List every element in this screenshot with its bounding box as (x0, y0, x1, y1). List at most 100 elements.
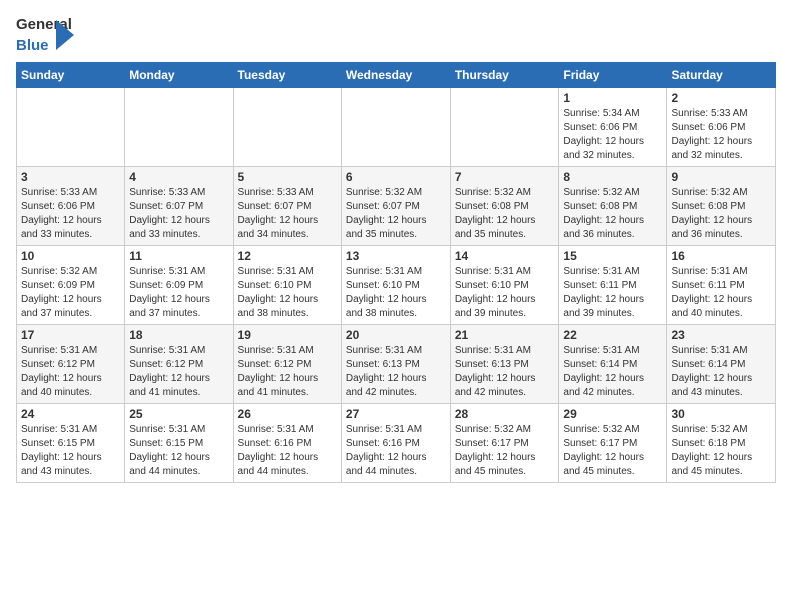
calendar-table: SundayMondayTuesdayWednesdayThursdayFrid… (16, 62, 776, 483)
day-detail: Sunrise: 5:31 AMSunset: 6:12 PMDaylight:… (238, 344, 337, 400)
day-number: 23 (671, 328, 771, 342)
calendar-cell: 24 Sunrise: 5:31 AMSunset: 6:15 PMDayligh… (17, 404, 125, 483)
day-number: 3 (21, 170, 120, 184)
calendar-cell: 11 Sunrise: 5:31 AMSunset: 6:09 PMDayligh… (125, 246, 233, 325)
day-number: 26 (238, 407, 337, 421)
logo-icon (56, 20, 74, 50)
day-detail: Sunrise: 5:31 AMSunset: 6:15 PMDaylight:… (129, 423, 228, 479)
day-number: 13 (346, 249, 446, 263)
logo: General Blue (16, 16, 60, 54)
day-number: 11 (129, 249, 228, 263)
dow-header-tuesday: Tuesday (233, 63, 341, 88)
day-detail: Sunrise: 5:33 AMSunset: 6:06 PMDaylight:… (671, 107, 771, 163)
calendar-cell: 18 Sunrise: 5:31 AMSunset: 6:12 PMDayligh… (125, 325, 233, 404)
day-number: 17 (21, 328, 120, 342)
day-number: 12 (238, 249, 337, 263)
day-detail: Sunrise: 5:31 AMSunset: 6:09 PMDaylight:… (129, 265, 228, 321)
calendar-cell: 26 Sunrise: 5:31 AMSunset: 6:16 PMDayligh… (233, 404, 341, 483)
dow-header-wednesday: Wednesday (341, 63, 450, 88)
day-detail: Sunrise: 5:31 AMSunset: 6:10 PMDaylight:… (238, 265, 337, 321)
day-detail: Sunrise: 5:31 AMSunset: 6:10 PMDaylight:… (346, 265, 446, 321)
week-row-5: 24 Sunrise: 5:31 AMSunset: 6:15 PMDayligh… (17, 404, 776, 483)
calendar-body: 1Sunrise: 5:34 AMSunset: 6:06 PMDaylight… (17, 88, 776, 483)
day-detail: Sunrise: 5:33 AMSunset: 6:07 PMDaylight:… (129, 186, 228, 242)
day-detail: Sunrise: 5:31 AMSunset: 6:15 PMDaylight:… (21, 423, 120, 479)
calendar-cell: 10 Sunrise: 5:32 AMSunset: 6:09 PMDayligh… (17, 246, 125, 325)
calendar-cell: 14 Sunrise: 5:31 AMSunset: 6:10 PMDayligh… (450, 246, 559, 325)
day-detail: Sunrise: 5:32 AMSunset: 6:17 PMDaylight:… (455, 423, 555, 479)
day-number: 5 (238, 170, 337, 184)
calendar-cell: 12 Sunrise: 5:31 AMSunset: 6:10 PMDayligh… (233, 246, 341, 325)
calendar-cell: 9Sunrise: 5:32 AMSunset: 6:08 PMDaylight… (667, 167, 776, 246)
day-number: 21 (455, 328, 555, 342)
calendar-cell: 6Sunrise: 5:32 AMSunset: 6:07 PMDaylight… (341, 167, 450, 246)
day-number: 27 (346, 407, 446, 421)
week-row-2: 3 Sunrise: 5:33 AMSunset: 6:06 PMDaylight… (17, 167, 776, 246)
week-row-3: 10 Sunrise: 5:32 AMSunset: 6:09 PMDayligh… (17, 246, 776, 325)
day-number: 10 (21, 249, 120, 263)
day-number: 4 (129, 170, 228, 184)
day-of-week-row: SundayMondayTuesdayWednesdayThursdayFrid… (17, 63, 776, 88)
day-detail: Sunrise: 5:32 AMSunset: 6:17 PMDaylight:… (563, 423, 662, 479)
day-number: 14 (455, 249, 555, 263)
calendar-cell: 25 Sunrise: 5:31 AMSunset: 6:15 PMDayligh… (125, 404, 233, 483)
dow-header-saturday: Saturday (667, 63, 776, 88)
calendar-cell: 13 Sunrise: 5:31 AMSunset: 6:10 PMDayligh… (341, 246, 450, 325)
calendar-cell: 3 Sunrise: 5:33 AMSunset: 6:06 PMDaylight… (17, 167, 125, 246)
calendar-cell (17, 88, 125, 167)
day-number: 8 (563, 170, 662, 184)
logo-blue: Blue (16, 37, 49, 54)
calendar-cell (125, 88, 233, 167)
day-number: 20 (346, 328, 446, 342)
calendar-cell (450, 88, 559, 167)
dow-header-thursday: Thursday (450, 63, 559, 88)
day-detail: Sunrise: 5:33 AMSunset: 6:07 PMDaylight:… (238, 186, 337, 242)
day-number: 29 (563, 407, 662, 421)
day-detail: Sunrise: 5:31 AMSunset: 6:14 PMDaylight:… (563, 344, 662, 400)
calendar-cell: 4 Sunrise: 5:33 AMSunset: 6:07 PMDaylight… (125, 167, 233, 246)
day-detail: Sunrise: 5:32 AMSunset: 6:08 PMDaylight:… (455, 186, 555, 242)
day-detail: Sunrise: 5:32 AMSunset: 6:09 PMDaylight:… (21, 265, 120, 321)
day-number: 15 (563, 249, 662, 263)
header: General Blue (16, 16, 776, 54)
day-number: 16 (671, 249, 771, 263)
day-number: 1 (563, 91, 662, 105)
day-detail: Sunrise: 5:31 AMSunset: 6:13 PMDaylight:… (455, 344, 555, 400)
day-detail: Sunrise: 5:32 AMSunset: 6:08 PMDaylight:… (563, 186, 662, 242)
calendar-cell: 22 Sunrise: 5:31 AMSunset: 6:14 PMDayligh… (559, 325, 667, 404)
day-detail: Sunrise: 5:31 AMSunset: 6:13 PMDaylight:… (346, 344, 446, 400)
dow-header-friday: Friday (559, 63, 667, 88)
day-number: 2 (671, 91, 771, 105)
calendar-cell (233, 88, 341, 167)
day-detail: Sunrise: 5:32 AMSunset: 6:08 PMDaylight:… (671, 186, 771, 242)
day-number: 25 (129, 407, 228, 421)
calendar-cell: 8 Sunrise: 5:32 AMSunset: 6:08 PMDaylight… (559, 167, 667, 246)
calendar-cell (341, 88, 450, 167)
day-detail: Sunrise: 5:32 AMSunset: 6:18 PMDaylight:… (671, 423, 771, 479)
day-detail: Sunrise: 5:31 AMSunset: 6:16 PMDaylight:… (238, 423, 337, 479)
day-detail: Sunrise: 5:32 AMSunset: 6:07 PMDaylight:… (346, 186, 446, 242)
day-detail: Sunrise: 5:31 AMSunset: 6:12 PMDaylight:… (129, 344, 228, 400)
day-number: 18 (129, 328, 228, 342)
day-number: 19 (238, 328, 337, 342)
calendar-cell: 27 Sunrise: 5:31 AMSunset: 6:16 PMDayligh… (341, 404, 450, 483)
day-number: 28 (455, 407, 555, 421)
day-detail: Sunrise: 5:31 AMSunset: 6:10 PMDaylight:… (455, 265, 555, 321)
calendar-cell: 20 Sunrise: 5:31 AMSunset: 6:13 PMDayligh… (341, 325, 450, 404)
day-detail: Sunrise: 5:31 AMSunset: 6:14 PMDaylight:… (671, 344, 771, 400)
day-detail: Sunrise: 5:31 AMSunset: 6:11 PMDaylight:… (563, 265, 662, 321)
day-number: 30 (671, 407, 771, 421)
calendar-cell: 7Sunrise: 5:32 AMSunset: 6:08 PMDaylight… (450, 167, 559, 246)
calendar-cell: 1Sunrise: 5:34 AMSunset: 6:06 PMDaylight… (559, 88, 667, 167)
calendar-cell: 16 Sunrise: 5:31 AMSunset: 6:11 PMDayligh… (667, 246, 776, 325)
day-detail: Sunrise: 5:33 AMSunset: 6:06 PMDaylight:… (21, 186, 120, 242)
calendar-cell: 2 Sunrise: 5:33 AMSunset: 6:06 PMDaylight… (667, 88, 776, 167)
calendar-cell: 23 Sunrise: 5:31 AMSunset: 6:14 PMDayligh… (667, 325, 776, 404)
day-detail: Sunrise: 5:31 AMSunset: 6:11 PMDaylight:… (671, 265, 771, 321)
day-number: 22 (563, 328, 662, 342)
day-detail: Sunrise: 5:31 AMSunset: 6:16 PMDaylight:… (346, 423, 446, 479)
calendar-cell: 29 Sunrise: 5:32 AMSunset: 6:17 PMDayligh… (559, 404, 667, 483)
calendar-cell: 15 Sunrise: 5:31 AMSunset: 6:11 PMDayligh… (559, 246, 667, 325)
day-number: 24 (21, 407, 120, 421)
week-row-1: 1Sunrise: 5:34 AMSunset: 6:06 PMDaylight… (17, 88, 776, 167)
